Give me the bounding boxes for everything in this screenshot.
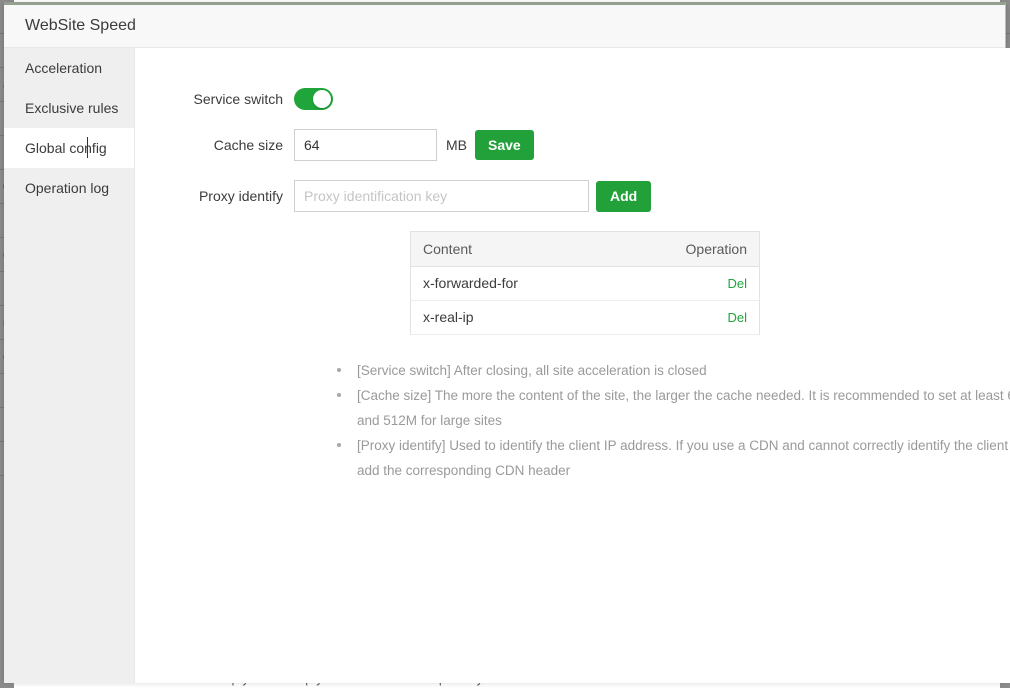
sidebar-item-global-config[interactable]: Global config xyxy=(4,128,134,168)
service-switch-label: Service switch xyxy=(135,91,294,107)
toggle-knob xyxy=(313,90,331,108)
proxy-identify-label: Proxy identify xyxy=(135,188,294,204)
text-cursor-caret xyxy=(87,137,88,158)
website-speed-dialog: WebSite Speed Acceleration Exclusive rul… xyxy=(4,2,1006,680)
sidebar-item-exclusive-rules[interactable]: Exclusive rules xyxy=(4,88,134,128)
bullet-icon xyxy=(337,393,341,397)
help-note: [Cache size] The more the content of the… xyxy=(331,383,1010,433)
dialog-main-panel: Service switch Cache size MB Save Proxy … xyxy=(135,48,1010,683)
cache-size-row: Cache size MB Save xyxy=(135,129,1010,161)
help-note: [Proxy identify] Used to identify the cl… xyxy=(331,433,1010,483)
save-button[interactable]: Save xyxy=(475,130,534,160)
table-row: x-forwarded-for Del xyxy=(411,266,759,300)
cache-size-input[interactable] xyxy=(294,129,437,161)
sidebar-item-acceleration[interactable]: Acceleration xyxy=(4,48,134,88)
delete-link[interactable]: Del xyxy=(727,310,747,325)
help-note-text: [Service switch] After closing, all site… xyxy=(357,363,707,378)
column-header-content: Content xyxy=(411,232,613,266)
cell-content: x-real-ip xyxy=(411,300,613,334)
cell-content: x-forwarded-for xyxy=(411,266,613,300)
sidebar-item-label: Acceleration xyxy=(25,60,102,76)
dialog-titlebar: WebSite Speed xyxy=(4,5,1005,48)
table-header-row: Content Operation xyxy=(411,232,759,266)
proxy-identify-table: Content Operation x-forwarded-for Del xyxy=(410,231,760,335)
help-notes: [Service switch] After closing, all site… xyxy=(331,358,1010,483)
sidebar-item-label: Global config xyxy=(25,140,107,156)
proxy-identify-input[interactable] xyxy=(294,180,589,212)
column-header-operation: Operation xyxy=(613,232,759,266)
service-switch-row: Service switch xyxy=(135,88,1010,110)
bullet-icon xyxy=(337,368,341,372)
delete-link[interactable]: Del xyxy=(727,276,747,291)
table-row: x-real-ip Del xyxy=(411,300,759,334)
cell-operation: Del xyxy=(613,300,759,334)
sidebar-item-label: Exclusive rules xyxy=(25,100,118,116)
sidebar-item-operation-log[interactable]: Operation log xyxy=(4,168,134,208)
cache-size-label: Cache size xyxy=(135,137,294,153)
help-note-text: [Proxy identify] Used to identify the cl… xyxy=(357,438,1010,478)
help-note-text: [Cache size] The more the content of the… xyxy=(357,388,1010,428)
cache-size-unit: MB xyxy=(446,137,467,153)
bullet-icon xyxy=(337,443,341,447)
dialog-body: Acceleration Exclusive rules Global conf… xyxy=(4,48,1005,683)
dialog-title: WebSite Speed xyxy=(25,17,136,35)
dialog-sidebar: Acceleration Exclusive rules Global conf… xyxy=(4,48,135,683)
sidebar-item-label: Operation log xyxy=(25,180,109,196)
cell-operation: Del xyxy=(613,266,759,300)
add-button[interactable]: Add xyxy=(596,181,651,212)
service-switch-toggle[interactable] xyxy=(294,88,333,110)
help-note: [Service switch] After closing, all site… xyxy=(331,358,1010,383)
proxy-identify-row: Proxy identify Add xyxy=(135,180,1010,212)
